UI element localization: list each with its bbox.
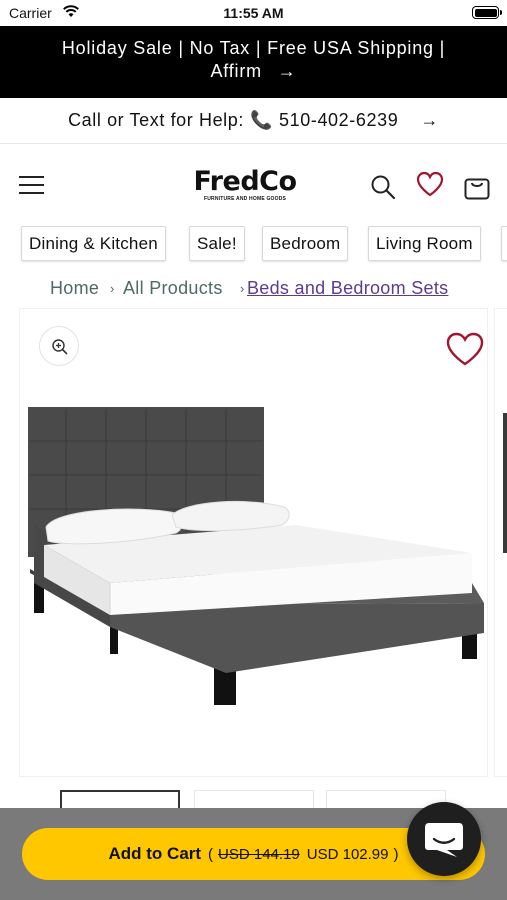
breadcrumb-separator: › — [240, 281, 245, 296]
arrow-right-icon: → — [420, 110, 439, 130]
product-image-card[interactable] — [19, 308, 488, 777]
category-pill-bedroom[interactable]: Bedroom — [262, 226, 349, 261]
heart-outline-icon[interactable] — [445, 331, 485, 372]
category-pill-more[interactable] — [501, 226, 507, 261]
heart-icon[interactable] — [416, 171, 444, 202]
breadcrumb-home[interactable]: Home — [50, 278, 99, 299]
announcement-bar[interactable]: Holiday Sale | No Tax | Free USA Shippin… — [0, 26, 507, 98]
breadcrumb-all-products[interactable]: All Products — [123, 278, 223, 299]
phone-icon: 📞 — [250, 110, 274, 130]
price-close-paren: ) — [393, 845, 399, 863]
announcement-text[interactable]: Holiday Sale | No Tax | Free USA Shippin… — [62, 38, 445, 81]
search-icon[interactable] — [370, 174, 396, 205]
arrow-right-icon: → — [277, 61, 297, 81]
compare-at-price: USD 144.19 — [218, 845, 300, 863]
category-pill-living-room[interactable]: Living Room — [368, 226, 481, 261]
logo-tagline: FURNITURE AND HOME GOODS — [203, 196, 287, 202]
price-open-paren: ( — [208, 845, 214, 863]
site-logo[interactable]: FredCo FURNITURE AND HOME GOODS — [190, 168, 300, 208]
logo-wordmark: FredCo — [193, 166, 297, 197]
chat-button[interactable] — [407, 802, 481, 876]
product-image-card-next[interactable] — [494, 308, 507, 777]
breadcrumb-separator: › — [110, 281, 115, 296]
help-bar[interactable]: Call or Text for Help: 📞 510-402-6239 → — [0, 98, 507, 144]
breadcrumb-current[interactable]: Beds and Bedroom Sets — [247, 278, 448, 299]
status-bar: Carrier 11:55 AM — [0, 0, 507, 26]
help-phone-number[interactable]: 510-402-6239 — [279, 110, 398, 131]
clock: 11:55 AM — [223, 5, 284, 21]
sale-price: USD 102.99 — [306, 845, 389, 863]
category-pill-sale[interactable]: Sale! — [189, 226, 245, 261]
category-nav: Dining & Kitchen Sale! Bedroom Living Ro… — [0, 226, 507, 264]
category-pill-dining-kitchen[interactable]: Dining & Kitchen — [21, 226, 166, 261]
chat-bubble-icon — [425, 823, 463, 857]
zoom-in-icon — [52, 339, 68, 355]
breadcrumb: Home › All Products › Beds and Bedroom S… — [0, 278, 507, 302]
product-image-bed — [28, 407, 484, 705]
zoom-button[interactable] — [39, 326, 79, 366]
sticky-cart-bar: Add to Cart ( USD 144.19 USD 102.99 ) — [0, 802, 507, 900]
battery-icon — [472, 6, 502, 19]
add-to-cart-label: Add to Cart — [108, 844, 202, 863]
site-header: FredCo FURNITURE AND HOME GOODS — [0, 146, 507, 224]
help-label: Call or Text for Help: — [68, 110, 244, 130]
menu-icon[interactable] — [19, 174, 44, 196]
next-image-peek — [503, 413, 507, 553]
bag-icon[interactable] — [463, 173, 491, 206]
